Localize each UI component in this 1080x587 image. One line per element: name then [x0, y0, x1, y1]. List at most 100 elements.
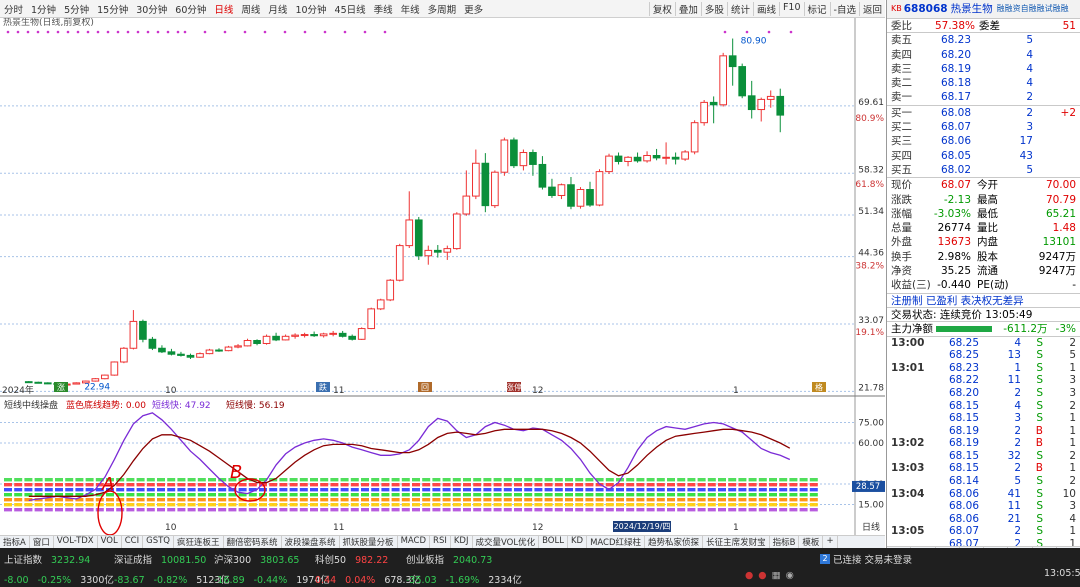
toolbar-button[interactable]: 叠加	[674, 1, 701, 16]
buy-book: 买一 68.08 2 +2 买二 68.07 3 买三 68.06 17 买四 68.05 43 买五 68…	[887, 104, 1080, 177]
index-item[interactable]: 沪深300 3803.65	[214, 552, 304, 566]
timeframe-tab[interactable]: 更多	[460, 2, 487, 16]
signal-band-cell	[514, 483, 522, 487]
buy-level-row[interactable]: 买二 68.07 3	[887, 120, 1080, 134]
timeframe-tab[interactable]: 日线	[210, 2, 237, 16]
tick-row: 68.15 4 S 2	[887, 400, 1080, 413]
indicator-tab[interactable]: VOL-TDX	[54, 536, 98, 548]
buy-level-row[interactable]: 买一 68.08 2 +2	[887, 106, 1080, 120]
buy-level-row[interactable]: 买四 68.05 43	[887, 149, 1080, 163]
indicator-tab[interactable]: KDJ	[451, 536, 473, 548]
indicator-tab[interactable]: CCI	[122, 536, 144, 548]
toolbar-button[interactable]: 多股	[700, 1, 727, 16]
sell-level-row[interactable]: 卖五 68.23 5	[887, 33, 1080, 47]
toolbar-button[interactable]: F10	[778, 1, 804, 16]
index-item[interactable]: 上证指数 3232.94	[4, 552, 95, 566]
indicator-tab[interactable]: 成交量VOL优化	[473, 536, 540, 548]
signal-band-cell	[677, 498, 686, 502]
signal-band-cell	[554, 493, 563, 497]
toolbar-button[interactable]: 画线	[752, 1, 779, 16]
timeframe-tab[interactable]: 季线	[370, 2, 397, 16]
index-item[interactable]: 创业板指 2040.73	[406, 552, 497, 566]
sell-level-row[interactable]: 卖三 68.19 4	[887, 62, 1080, 76]
timeframe-tab[interactable]: 周线	[237, 2, 264, 16]
record-icon[interactable]: ●	[745, 570, 753, 581]
signal-band-cell	[371, 508, 380, 512]
timeframe-tab[interactable]: 多周期	[424, 2, 461, 16]
indicator-tab[interactable]: 趋势私家侦探	[645, 536, 704, 548]
indicator-tab[interactable]: 窗口	[30, 536, 54, 548]
chat-icon[interactable]: ◉	[786, 570, 794, 581]
tick-price: 68.15	[948, 449, 979, 462]
buy-level-label: 买二	[891, 121, 912, 134]
tick-side: S	[1036, 487, 1043, 500]
signal-band-cell	[136, 488, 145, 492]
index-pct: -1.69%	[445, 575, 480, 586]
buy-level-row[interactable]: 买五 68.02 5	[887, 163, 1080, 177]
signal-band-cell	[167, 483, 176, 487]
indicator-tab[interactable]: VOL	[98, 536, 122, 548]
timeframe-tab[interactable]: 10分钟	[291, 2, 330, 16]
indicator-tab[interactable]: 指标B	[770, 536, 800, 548]
indicator-tab[interactable]: 翻倍密码系统	[224, 536, 282, 548]
timeframe-tab[interactable]: 月线	[264, 2, 291, 16]
signal-dot	[166, 30, 170, 34]
signal-dot	[363, 30, 367, 34]
toolbar-button[interactable]: 返回	[858, 1, 885, 16]
indicator-tab[interactable]: 抓妖股量分板	[340, 536, 398, 548]
timeframe-tab[interactable]: 60分钟	[171, 2, 210, 16]
candle	[557, 183, 566, 200]
tick-list[interactable]: 13:00 68.25 4 S 2 68.25 13 S 5 13:01 68.23 1 S 1 68.22…	[887, 335, 1080, 551]
indicator-tab[interactable]: MACD红绿柱	[587, 536, 646, 548]
sell-level-row[interactable]: 卖一 68.17 2	[887, 90, 1080, 104]
signal-band-cell	[14, 493, 23, 497]
signal-band-cell	[646, 478, 655, 482]
signal-band-cell	[687, 493, 696, 497]
grid-icon[interactable]: ▦	[772, 570, 781, 581]
toolbar-button[interactable]: 标记	[803, 1, 830, 16]
toolbar-button[interactable]: 复权	[648, 1, 675, 16]
sell-level-row[interactable]: 卖二 68.18 4	[887, 76, 1080, 90]
signal-band-cell	[391, 498, 400, 502]
indicator-tab[interactable]: GSTQ	[143, 536, 174, 548]
signal-band-cell	[432, 503, 441, 507]
timeframe-tab[interactable]: 5分钟	[60, 2, 93, 16]
indicator-tab[interactable]: RSI	[430, 536, 451, 548]
index-change: -8.00	[4, 575, 29, 586]
timeframe-tab[interactable]: 45日线	[331, 2, 370, 16]
index-change: -35.03	[406, 575, 437, 586]
toolbar-button[interactable]: 统计	[726, 1, 753, 16]
timeframe-tab[interactable]: 30分钟	[132, 2, 171, 16]
index-item[interactable]: 科创50 982.22	[315, 552, 393, 566]
timeframe-tab[interactable]: 分时	[0, 2, 27, 16]
signal-band-cell	[75, 503, 84, 507]
signal-band-cell	[146, 483, 155, 487]
chart-canvas[interactable]: 热景生物(日线,前复权) 69.61 58.32 51.34 44.36 33.07 21.…	[0, 18, 885, 548]
timeframe-tab[interactable]: 年线	[397, 2, 424, 16]
indicator-tab[interactable]: KD	[568, 536, 588, 548]
indicator-tab[interactable]: MACD	[398, 536, 431, 548]
indicator-tab[interactable]: 波段操盘系统	[282, 536, 340, 548]
indicator-tab[interactable]: 长征主席发财宝	[703, 536, 770, 548]
event-tag-label: 涨	[57, 382, 65, 392]
tick-price: 68.06	[948, 500, 979, 513]
signal-band-cell	[289, 508, 298, 512]
indicator-tab[interactable]: BOLL	[539, 536, 568, 548]
index-item[interactable]: 深证成指 10081.50	[114, 552, 211, 566]
indicator-tab[interactable]: 模板	[799, 536, 824, 548]
signal-band-cell	[320, 478, 329, 482]
tick-row: 68.20 2 S 3	[887, 387, 1080, 400]
signal-band-cell	[697, 483, 706, 487]
record-icon-2[interactable]: ●	[758, 570, 766, 581]
signal-dot	[303, 30, 307, 34]
signal-band-cell	[248, 483, 257, 487]
indicator-tab[interactable]: 指标A	[0, 536, 30, 548]
buy-level-row[interactable]: 买三 68.06 17	[887, 134, 1080, 148]
quote-label: 总量	[891, 222, 912, 235]
timeframe-tab[interactable]: 1分钟	[27, 2, 60, 16]
indicator-tab[interactable]: +	[823, 536, 838, 548]
indicator-tab[interactable]: 疯狂连板王	[174, 536, 224, 548]
timeframe-tab[interactable]: 15分钟	[93, 2, 132, 16]
sell-level-row[interactable]: 卖四 68.20 4	[887, 48, 1080, 62]
toolbar-button[interactable]: -自选	[829, 1, 859, 16]
